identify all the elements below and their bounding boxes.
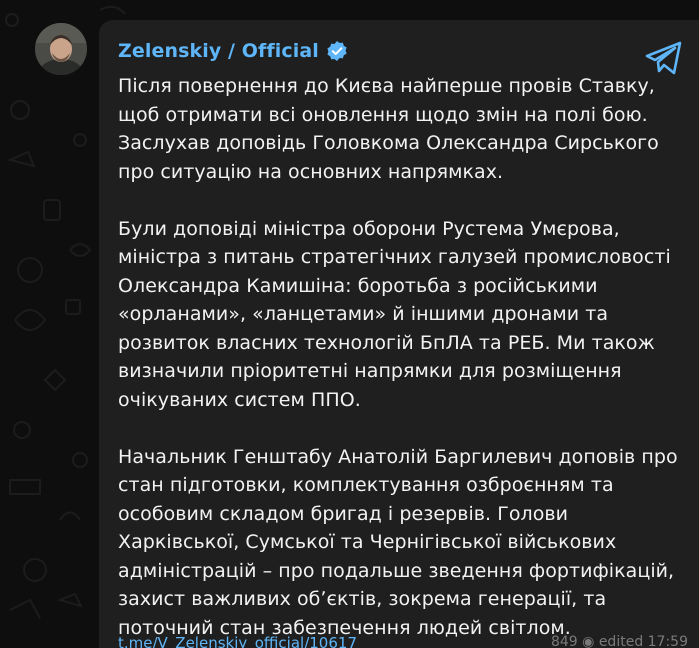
channel-avatar[interactable] (35, 23, 87, 75)
message-header: Zelenskiy / Official (118, 38, 699, 64)
verified-badge-icon (326, 40, 348, 62)
post-link[interactable]: t.me/V_Zelenskiy_official/10617 (118, 634, 357, 648)
message-paragraph: Начальник Генштабу Анатолій Баргилевич д… (118, 445, 678, 639)
channel-name[interactable]: Zelenskiy / Official (118, 40, 319, 62)
telegram-share-icon[interactable] (644, 40, 684, 76)
avatar-photo-icon (35, 23, 87, 75)
message-bubble[interactable]: Zelenskiy / Official Після повернення до… (99, 20, 699, 648)
message-paragraph: Після повернення до Києва найперше прові… (118, 75, 659, 183)
post-meta: 849 ◉ edited 17:59 (550, 634, 688, 648)
message-paragraph: Були доповіді міністра оборони Рустема У… (118, 217, 671, 411)
message-footer: t.me/V_Zelenskiy_official/10617 849 ◉ ed… (118, 634, 688, 648)
chat-background: Zelenskiy / Official Після повернення до… (0, 0, 699, 648)
message-text: Після повернення до Києва найперше прові… (118, 72, 678, 642)
